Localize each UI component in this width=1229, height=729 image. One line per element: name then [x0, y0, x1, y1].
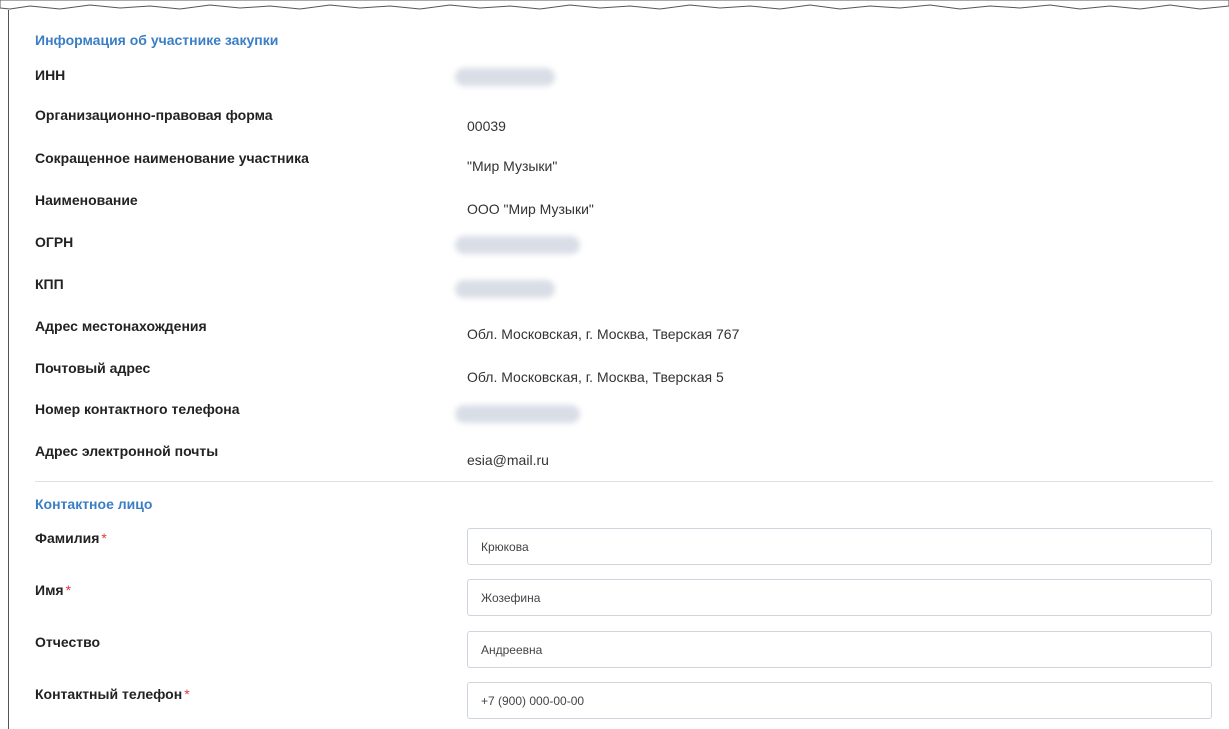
patronymic-label: Отчество	[35, 634, 100, 650]
required-marker: *	[184, 686, 190, 702]
contact-phone-label-text: Контактный телефон	[35, 686, 183, 702]
procurement-participant-form: Информация об участнике закупки ИНН Орга…	[0, 0, 1229, 729]
kpp-label: КПП	[35, 276, 64, 292]
last-name-label-text: Фамилия	[35, 530, 100, 546]
patronymic-input[interactable]	[467, 631, 1212, 668]
inn-label: ИНН	[35, 67, 66, 83]
email-label: Адрес электронной почты	[35, 443, 219, 459]
first-name-label-text: Имя	[35, 582, 64, 598]
full-name-label: Наименование	[35, 192, 138, 208]
left-border	[8, 10, 9, 729]
section-divider	[35, 481, 1213, 482]
contact-section-title: Контактное лицо	[35, 496, 153, 512]
location-address-label: Адрес местонахождения	[35, 318, 207, 334]
legal-form-value: 00039	[467, 118, 506, 134]
short-name-label: Сокращенное наименование участника	[35, 150, 309, 166]
contact-phone-input[interactable]	[467, 682, 1212, 719]
inn-value-redacted	[455, 68, 555, 86]
contact-phone-label: Контактный телефон *	[35, 686, 190, 702]
phone-number-value-redacted	[455, 405, 580, 423]
required-marker: *	[101, 530, 107, 546]
last-name-label: Фамилия *	[35, 530, 107, 546]
postal-address-label: Почтовый адрес	[35, 360, 151, 376]
first-name-input[interactable]	[467, 579, 1212, 616]
ogrn-label: ОГРН	[35, 234, 74, 250]
ogrn-value-redacted	[455, 236, 580, 254]
patronymic-label-text: Отчество	[35, 634, 101, 650]
email-value: esia@mail.ru	[467, 452, 549, 468]
required-marker: *	[65, 582, 72, 598]
location-address-value: Обл. Московская, г. Москва, Тверская 767	[467, 326, 740, 342]
legal-form-label: Организационно-правовая форма	[35, 107, 273, 123]
full-name-value: ООО "Мир Музыки"	[467, 201, 594, 217]
last-name-input[interactable]	[467, 528, 1212, 565]
torn-edge-decoration	[0, 0, 1229, 10]
first-name-label: Имя *	[35, 582, 71, 598]
phone-number-label: Номер контактного телефона	[35, 401, 240, 417]
participant-section-title: Информация об участнике закупки	[35, 32, 279, 48]
postal-address-value: Обл. Московская, г. Москва, Тверская 5	[467, 369, 724, 385]
short-name-value: "Мир Музыки"	[467, 158, 558, 174]
kpp-value-redacted	[455, 280, 555, 298]
